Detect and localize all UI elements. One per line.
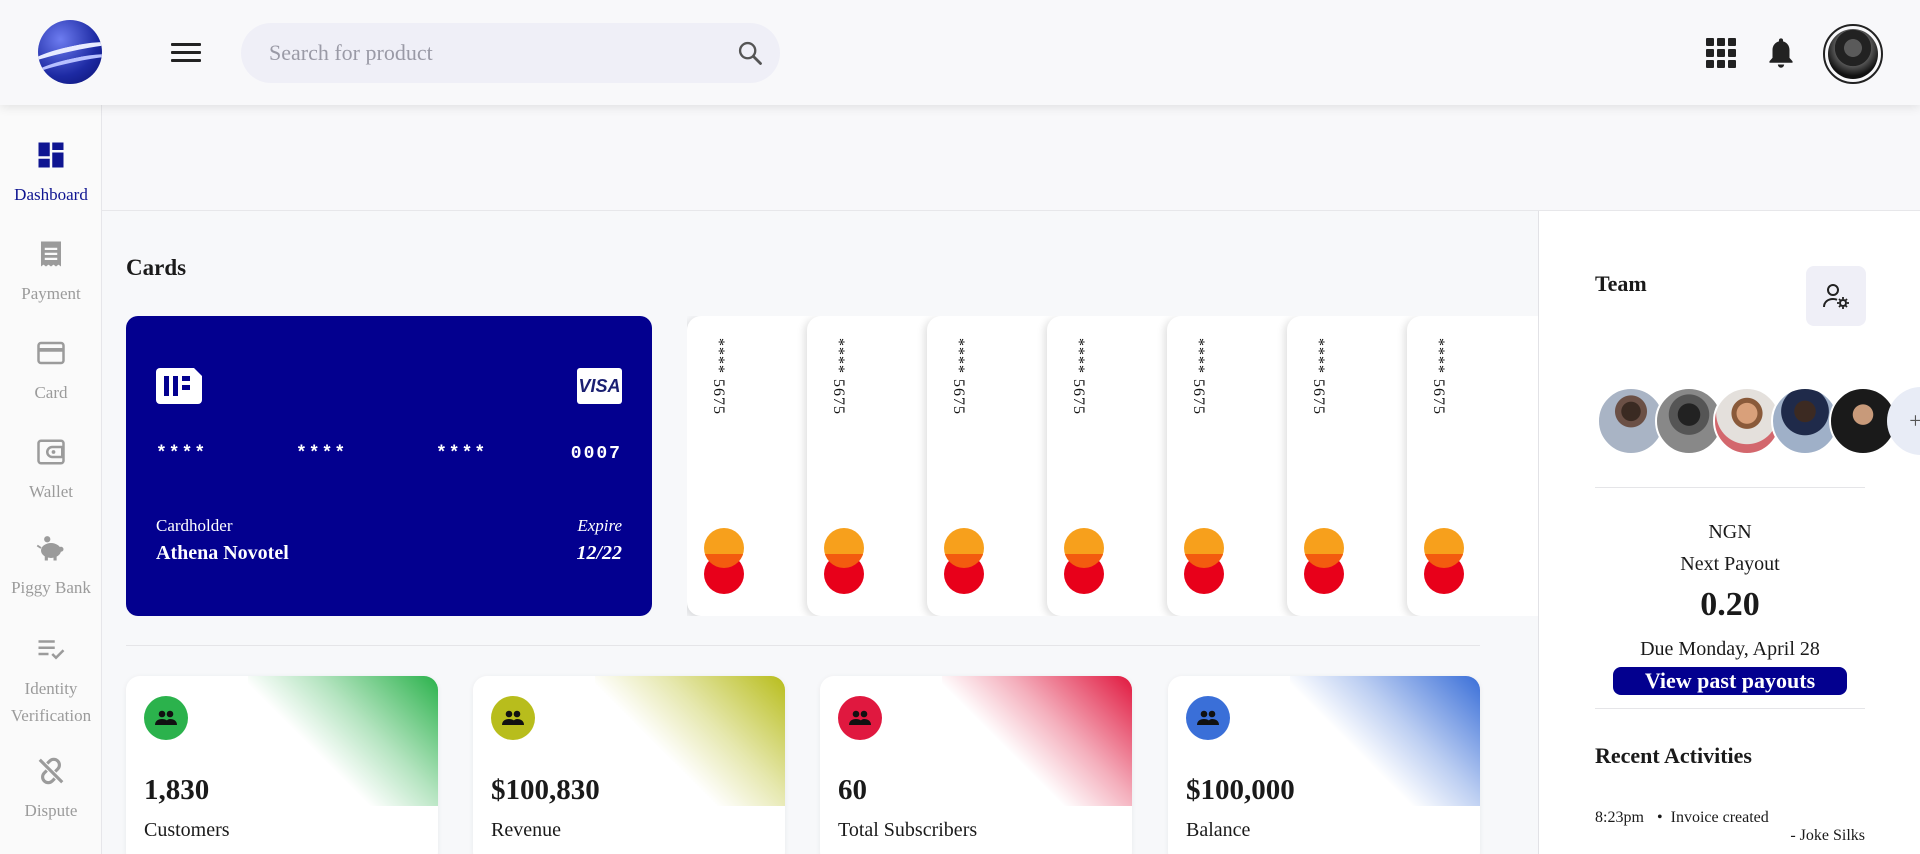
- activity-time: 8:23pm: [1595, 809, 1644, 826]
- sidebar-item-label: Wallet: [29, 482, 73, 501]
- mini-card-number: **** 5675: [1310, 338, 1327, 415]
- stat-card-subscribers[interactable]: 60 Total Subscribers: [820, 676, 1132, 854]
- stat-card-customers[interactable]: 1,830 Customers: [126, 676, 438, 854]
- people-icon: [491, 696, 535, 740]
- search-bar: [241, 23, 780, 83]
- stat-gradient: [595, 676, 785, 806]
- stat-label: Revenue: [491, 819, 561, 841]
- broken-link-icon: [38, 757, 64, 785]
- sidebar-item-dispute[interactable]: Dispute: [0, 756, 102, 824]
- sidebar: Dashboard Payment Card Wallet Piggy Bank…: [0, 105, 102, 854]
- activity-text: • Invoice created: [1657, 809, 1769, 826]
- sidebar-item-label: Card: [34, 383, 68, 402]
- people-icon: [144, 696, 188, 740]
- stat-value: $100,830: [491, 774, 600, 806]
- expire-value: 12/22: [576, 542, 622, 564]
- hamburger-menu-icon[interactable]: [171, 43, 201, 65]
- activity-description: Invoice created: [1670, 809, 1769, 826]
- mini-card[interactable]: **** 5675: [1407, 316, 1538, 616]
- top-header: [0, 0, 1920, 105]
- sidebar-item-label: Payment: [21, 284, 81, 303]
- people-icon: [838, 696, 882, 740]
- user-avatar[interactable]: [1823, 24, 1883, 84]
- payout-amount: 0.20: [1700, 586, 1760, 623]
- sidebar-item-card[interactable]: Card: [0, 338, 102, 406]
- card-stack: **** 5675 **** 5675 **** 5675 **** 5675 …: [687, 316, 1538, 616]
- sidebar-item-label: Piggy Bank: [11, 578, 91, 597]
- card-number-group: ****: [296, 444, 348, 464]
- team-more-count[interactable]: +2: [1887, 387, 1920, 455]
- stat-gradient: [942, 676, 1132, 806]
- people-icon: [1186, 696, 1230, 740]
- right-panel: Team +2 NGN Next Payout 0.20 Due Monday,…: [1538, 211, 1920, 854]
- mini-card-number: **** 5675: [1190, 338, 1207, 415]
- stat-label: Balance: [1186, 819, 1251, 841]
- mini-card-number: **** 5675: [1070, 338, 1087, 415]
- divider: [1595, 708, 1865, 709]
- search-input[interactable]: [269, 37, 709, 69]
- mini-card-number: **** 5675: [830, 338, 847, 415]
- recent-activities-title: Recent Activities: [1595, 743, 1752, 768]
- user-settings-icon: [1823, 284, 1849, 309]
- stat-value: $100,000: [1186, 774, 1295, 806]
- sidebar-item-label: Identity Verification: [10, 679, 92, 725]
- stat-gradient: [1290, 676, 1480, 806]
- stat-gradient: [248, 676, 438, 806]
- search-icon[interactable]: [736, 39, 764, 67]
- credit-card-icon: [37, 341, 65, 365]
- payout-label: Next Payout: [1680, 553, 1780, 575]
- receipt-icon: [41, 241, 61, 267]
- stat-label: Customers: [144, 819, 230, 841]
- stat-card-revenue[interactable]: $100,830 Revenue: [473, 676, 785, 854]
- sidebar-item-identity-verification[interactable]: Identity Verification: [0, 634, 102, 729]
- sidebar-item-dashboard[interactable]: Dashboard: [0, 140, 102, 208]
- divider: [1595, 487, 1865, 488]
- dashboard-icon: [38, 142, 64, 168]
- mini-card-number: **** 5675: [950, 338, 967, 415]
- view-past-payouts-button[interactable]: View past payouts: [1613, 667, 1847, 695]
- visa-logo: VISA: [577, 368, 622, 404]
- sidebar-item-label: Dispute: [24, 801, 78, 820]
- cardholder-name: Athena Novotel: [156, 542, 289, 564]
- apps-grid-icon[interactable]: [1706, 38, 1736, 68]
- card-number-group: ****: [436, 444, 488, 464]
- wallet-icon: [37, 439, 65, 465]
- top-band: [102, 105, 1920, 211]
- mini-card-number: **** 5675: [1430, 338, 1447, 415]
- sidebar-item-label: Dashboard: [14, 185, 88, 204]
- sidebar-item-payment[interactable]: Payment: [0, 239, 102, 307]
- sidebar-item-piggy-bank[interactable]: Piggy Bank: [0, 533, 102, 601]
- payout-due-date: Due Monday, April 28: [1640, 638, 1820, 660]
- card-number-group: ****: [156, 444, 208, 464]
- stat-card-balance[interactable]: $100,000 Balance: [1168, 676, 1480, 854]
- notification-bell-icon[interactable]: [1766, 36, 1796, 70]
- team-settings-button[interactable]: [1806, 266, 1866, 326]
- main-content: Cards VISA **** **** **** 0007 Cardholde…: [102, 211, 1538, 854]
- team-title: Team: [1595, 271, 1647, 296]
- primary-credit-card[interactable]: VISA **** **** **** 0007 Cardholder Athe…: [126, 316, 652, 616]
- section-divider: [126, 645, 1480, 646]
- piggy-bank-icon: [36, 536, 64, 561]
- cardholder-label: Cardholder: [156, 516, 233, 535]
- app-logo[interactable]: [38, 20, 102, 84]
- stat-label: Total Subscribers: [838, 819, 978, 841]
- expire-label: Expire: [577, 516, 622, 535]
- card-chip-icon: [156, 368, 202, 404]
- cards-section-title: Cards: [126, 255, 187, 280]
- stat-value: 1,830: [144, 774, 210, 806]
- sidebar-item-wallet[interactable]: Wallet: [0, 437, 102, 505]
- stat-value: 60: [838, 774, 867, 806]
- mini-card-number: **** 5675: [710, 338, 727, 415]
- card-number-group: 0007: [570, 444, 622, 464]
- checklist-icon: [38, 640, 65, 660]
- activity-user: - Joke Silks: [1790, 827, 1865, 844]
- payout-currency: NGN: [1708, 521, 1752, 543]
